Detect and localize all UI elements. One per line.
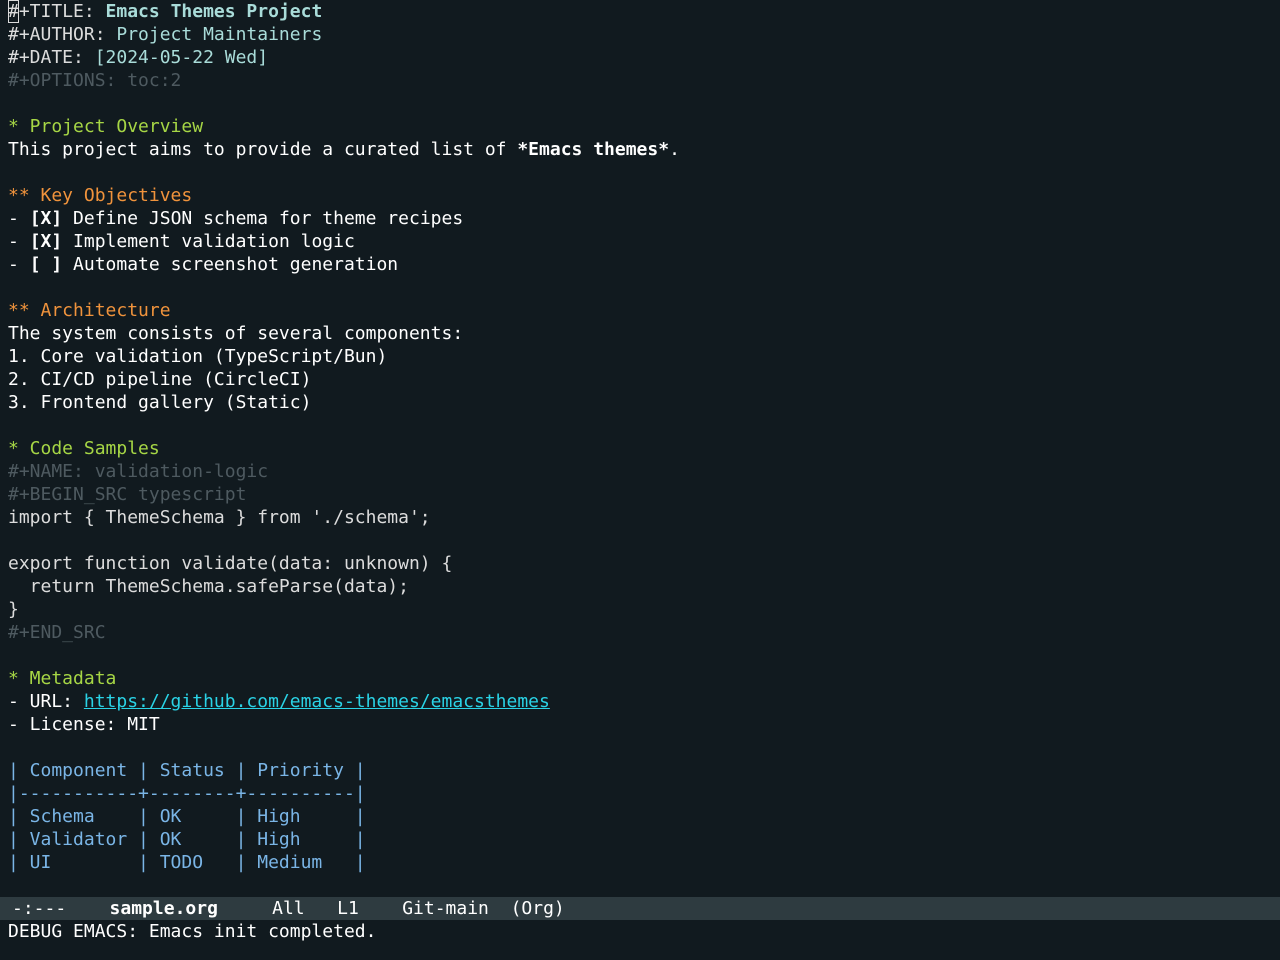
text-cursor: # (8, 0, 19, 23)
modeline-major-mode[interactable]: (Org) (511, 898, 565, 919)
date-value: [2024-05-22 Wed] (94, 47, 269, 68)
table-header-row[interactable]: | Component | Status | Priority | (8, 759, 1272, 782)
code-line[interactable]: import { ThemeSchema } from './schema'; (8, 506, 1272, 529)
code-line[interactable]: export function validate(data: unknown) … (8, 552, 1272, 575)
license-line[interactable]: - License: MIT (8, 713, 1272, 736)
checkbox-checked[interactable]: [X] (30, 231, 63, 252)
architecture-intro[interactable]: The system consists of several component… (8, 322, 1272, 345)
checklist-item[interactable]: - [X] Define JSON schema for theme recip… (8, 207, 1272, 230)
table-row[interactable]: | Schema | OK | High | (8, 805, 1272, 828)
checklist-item-text: Automate screenshot generation (62, 254, 399, 275)
checklist-item-text: Define JSON schema for theme recipes (62, 208, 464, 229)
checklist-item[interactable]: - [ ] Automate screenshot generation (8, 253, 1272, 276)
heading-project-overview[interactable]: * Project Overview (8, 115, 1272, 138)
options-line[interactable]: #+OPTIONS: toc:2 (8, 69, 1272, 92)
list-bullet: - (8, 254, 30, 275)
echo-area: DEBUG EMACS: Emacs init completed. (8, 921, 377, 942)
numbered-list-item[interactable]: 2. CI/CD pipeline (CircleCI) (8, 368, 1272, 391)
heading-code-samples[interactable]: * Code Samples (8, 437, 1272, 460)
heading-key-objectives[interactable]: ** Key Objectives (8, 184, 1272, 207)
author-keyword: #+AUTHOR: (8, 24, 117, 45)
emacs-frame: #+TITLE: Emacs Themes Project #+AUTHOR: … (0, 0, 1280, 960)
code-line[interactable] (8, 529, 1272, 552)
heading-metadata[interactable]: * Metadata (8, 667, 1272, 690)
modeline-line-number: L1 (337, 898, 359, 919)
title-line[interactable]: #+TITLE: Emacs Themes Project (8, 0, 1272, 23)
github-link[interactable]: https://github.com/emacs-themes/emacsthe… (84, 691, 550, 712)
overview-text: This project aims to provide a curated l… (8, 139, 518, 160)
numbered-list-item[interactable]: 1. Core validation (TypeScript/Bun) (8, 345, 1272, 368)
modeline-vc-branch[interactable]: Git-main (402, 898, 489, 919)
checklist-item[interactable]: - [X] Implement validation logic (8, 230, 1272, 253)
modeline-status: -:--- (12, 898, 67, 919)
modeline-buffer-name[interactable]: sample.org (110, 898, 218, 919)
mode-line[interactable]: -:--- sample.org All L1 Git-main (Org) (0, 897, 1280, 920)
table-row[interactable]: | Validator | OK | High | (8, 828, 1272, 851)
checklist-item-text: Implement validation logic (62, 231, 355, 252)
url-label: - URL: (8, 691, 84, 712)
code-line[interactable]: } (8, 598, 1272, 621)
overview-bold-text: *Emacs themes* (517, 139, 670, 160)
table-row[interactable]: | UI | TODO | Medium | (8, 851, 1272, 874)
modeline-position: All (272, 898, 305, 919)
document-title: Emacs Themes Project (105, 1, 323, 22)
heading-architecture[interactable]: ** Architecture (8, 299, 1272, 322)
numbered-list-item[interactable]: 3. Frontend gallery (Static) (8, 391, 1272, 414)
org-buffer[interactable]: #+TITLE: Emacs Themes Project #+AUTHOR: … (8, 0, 1272, 874)
author-line[interactable]: #+AUTHOR: Project Maintainers (8, 23, 1272, 46)
list-bullet: - (8, 231, 30, 252)
src-block-begin[interactable]: #+BEGIN_SRC typescript (8, 483, 1272, 506)
code-line[interactable]: return ThemeSchema.safeParse(data); (8, 575, 1272, 598)
checkbox-checked[interactable]: [X] (30, 208, 63, 229)
table-separator[interactable]: |-----------+--------+----------| (8, 782, 1272, 805)
date-line[interactable]: #+DATE: [2024-05-22 Wed] (8, 46, 1272, 69)
src-block-end[interactable]: #+END_SRC (8, 621, 1272, 644)
date-keyword: #+DATE: (8, 47, 95, 68)
author-value: Project Maintainers (116, 24, 323, 45)
overview-paragraph[interactable]: This project aims to provide a curated l… (8, 138, 1272, 161)
title-keyword: +TITLE: (18, 1, 106, 22)
src-block-name[interactable]: #+NAME: validation-logic (8, 460, 1272, 483)
overview-period: . (669, 139, 680, 160)
list-bullet: - (8, 208, 30, 229)
checkbox-unchecked[interactable]: [ ] (30, 254, 63, 275)
url-line[interactable]: - URL: https://github.com/emacs-themes/e… (8, 690, 1272, 713)
